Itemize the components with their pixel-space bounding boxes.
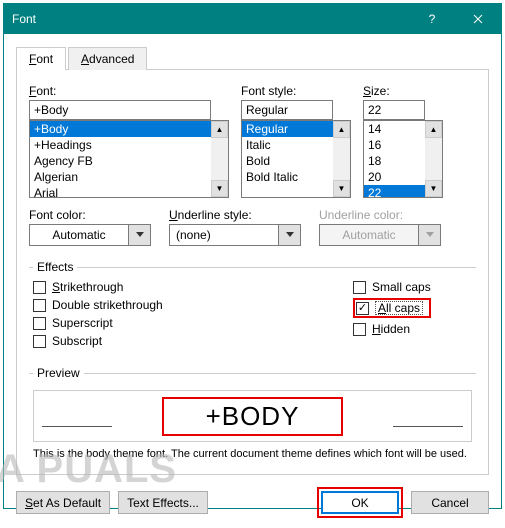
font-color-value: Automatic [29,224,129,246]
font-list[interactable]: +Body +Headings Agency FB Algerian Arial… [29,120,229,198]
client-area: Font Advanced Font: +Body +Headings [4,34,501,528]
tab-content: Font: +Body +Headings Agency FB Algerian… [16,70,489,475]
chevron-down-icon[interactable] [279,224,301,246]
list-item[interactable]: +Headings [30,137,211,153]
preview-box: +BODY [33,390,472,442]
checkbox-double-strikethrough[interactable]: Double strikethrough [33,298,353,312]
tab-strip: Font Advanced [16,46,489,70]
font-column: Font: +Body +Headings Agency FB Algerian… [29,84,229,198]
window-title: Font [4,12,409,26]
size-input[interactable] [363,100,425,120]
checkbox-all-caps[interactable]: ✓All caps [356,301,428,315]
underline-style-value: (none) [169,224,279,246]
title-bar: Font ? [4,4,501,34]
font-input[interactable] [29,100,211,120]
size-list[interactable]: 14 16 18 20 22 ▲ ▼ [363,120,443,198]
font-style-label: Font style: [241,84,351,98]
underline-style-column: Underline style: (none) [169,208,301,246]
underline-color-value: Automatic [319,224,419,246]
scroll-up-icon[interactable]: ▲ [425,121,442,138]
effects-legend: Effects [33,260,77,274]
underline-color-column: Underline color: Automatic [319,208,441,246]
scroll-up-icon[interactable]: ▲ [333,121,350,138]
chevron-down-icon [419,224,441,246]
list-item[interactable]: Regular [242,121,333,137]
scroll-down-icon[interactable]: ▼ [333,180,350,197]
checkbox-superscript[interactable]: Superscript [33,316,353,330]
underline-color-label: Underline color: [319,208,441,222]
ok-button[interactable]: OK [321,491,399,514]
font-dialog: Font ? Font Advanced Font: [3,3,502,509]
list-item[interactable]: 22 [364,185,425,197]
size-label: Size: [363,84,443,98]
list-item[interactable]: Italic [242,137,333,153]
underline-style-label: Underline style: [169,208,301,222]
underline-style-dropdown[interactable]: (none) [169,224,301,246]
font-color-column: Font color: Automatic [29,208,151,246]
scrollbar[interactable]: ▲ ▼ [333,121,350,197]
set-default-button[interactable]: Set As Default [16,491,110,514]
list-item[interactable]: 14 [364,121,425,137]
list-item[interactable]: Agency FB [30,153,211,169]
checkbox-strikethrough[interactable]: Strikethrough [33,280,353,294]
underline-color-dropdown: Automatic [319,224,441,246]
list-item[interactable]: Arial [30,185,211,197]
list-item[interactable]: 20 [364,169,425,185]
font-style-column: Font style: Regular Italic Bold Bold Ita… [241,84,351,198]
font-style-combo[interactable] [241,100,351,120]
list-item[interactable]: 16 [364,137,425,153]
preview-group: Preview +BODY This is the body theme fon… [29,366,476,464]
list-item[interactable]: 18 [364,153,425,169]
font-color-dropdown[interactable]: Automatic [29,224,151,246]
checkbox-hidden[interactable]: Hidden [353,322,431,336]
list-item[interactable]: Algerian [30,169,211,185]
font-style-input[interactable] [241,100,333,120]
button-row: Set As Default Text Effects... OK Cancel [16,487,489,518]
tab-font[interactable]: Font [16,47,66,70]
font-label: Font: [29,84,229,98]
size-combo[interactable] [363,100,443,120]
scroll-down-icon[interactable]: ▼ [425,180,442,197]
cancel-button[interactable]: Cancel [411,491,489,514]
scrollbar[interactable]: ▲ ▼ [211,121,228,197]
font-row: Font: +Body +Headings Agency FB Algerian… [29,84,476,198]
list-item[interactable]: Bold [242,153,333,169]
checkbox-small-caps[interactable]: Small caps [353,280,431,294]
checkbox-subscript[interactable]: Subscript [33,334,353,348]
list-item[interactable]: +Body [30,121,211,137]
size-column: Size: 14 16 18 20 22 ▲ [363,84,443,198]
chevron-down-icon[interactable] [129,224,151,246]
text-effects-button[interactable]: Text Effects... [118,491,208,514]
preview-legend: Preview [33,366,84,380]
help-button[interactable]: ? [409,4,455,34]
scroll-up-icon[interactable]: ▲ [211,121,228,138]
preview-description: This is the body theme font. The current… [33,448,472,460]
preview-text: +BODY [206,401,300,431]
close-icon [473,14,483,24]
scroll-down-icon[interactable]: ▼ [211,180,228,197]
tab-advanced[interactable]: Advanced [68,47,147,70]
list-item[interactable]: Bold Italic [242,169,333,185]
scrollbar[interactable]: ▲ ▼ [425,121,442,197]
font-combo[interactable] [29,100,229,120]
font-style-list[interactable]: Regular Italic Bold Bold Italic ▲ ▼ [241,120,351,198]
font-color-label: Font color: [29,208,151,222]
color-row: Font color: Automatic Underline style: (… [29,208,476,246]
close-button[interactable] [455,4,501,34]
effects-group: Effects Strikethrough Double strikethrou… [29,260,476,352]
